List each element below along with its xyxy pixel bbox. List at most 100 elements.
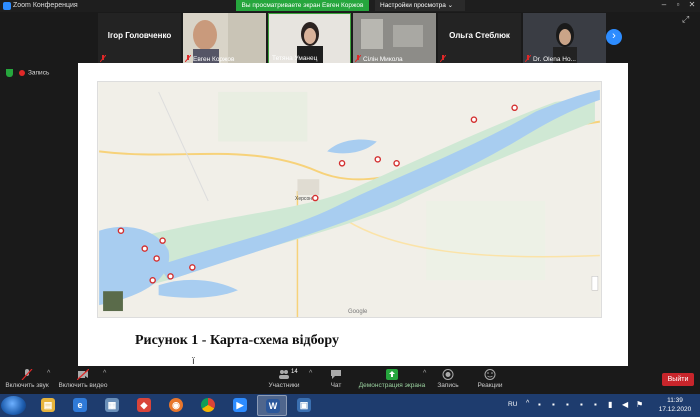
tray-app-icon[interactable]: ▪ [566, 400, 569, 409]
taskbar-firefox[interactable]: ◉ [161, 395, 191, 416]
firefox-icon: ◉ [169, 398, 183, 412]
taskbar-app[interactable]: ◆ [129, 395, 159, 416]
volume-icon[interactable]: ◀ [622, 400, 628, 409]
language-indicator[interactable]: RU [508, 401, 517, 408]
fullscreen-icon[interactable]: ⤢ [682, 14, 692, 24]
shared-document: Google Херсон Рисунок 1 - Карта-схема ві… [78, 63, 628, 366]
taskbar-chrome[interactable] [193, 395, 223, 416]
taskbar-app[interactable]: ▣ [289, 395, 319, 416]
close-button[interactable]: ✕ [685, 0, 699, 11]
taskbar-ie[interactable]: e [65, 395, 95, 416]
taskbar-clock[interactable]: 11:39 17.12.2020 [654, 396, 696, 414]
window-title: Zoom Конференция [13, 2, 78, 9]
participant-tile[interactable]: Ольга Стеблюк [438, 13, 521, 64]
mic-muted-icon [100, 55, 106, 62]
taskbar-zoom[interactable]: ▶ [225, 395, 255, 416]
sample-point-marker [393, 160, 400, 167]
map-scheme [97, 81, 602, 318]
sample-point-marker [511, 104, 518, 112]
view-options-menu[interactable]: Настройки просмотра ⌄ [375, 0, 465, 11]
video-options-caret-icon[interactable]: ^ [103, 370, 106, 377]
sample-point-marker [117, 227, 125, 235]
network-icon[interactable]: ▮ [608, 400, 612, 409]
reactions-button[interactable]: Реакции [474, 366, 506, 394]
sample-point-marker [470, 116, 478, 123]
tray-app-icon[interactable]: ▪ [538, 400, 541, 409]
map-city-label: Херсон [295, 196, 312, 202]
security-shield-icon [6, 69, 13, 77]
sample-point-marker [141, 245, 149, 252]
participants-caret-icon[interactable]: ^ [309, 370, 312, 377]
unmute-button[interactable]: Включить звук [4, 366, 50, 394]
word-icon: W [266, 399, 280, 413]
taskbar-app[interactable]: ▦ [97, 395, 127, 416]
figure-caption-continuation: ї [192, 356, 195, 366]
recording-indicator[interactable]: Запись [6, 69, 49, 79]
meeting-toolbar: Включить звук ^ Включить видео ^ Участни… [0, 366, 700, 394]
participant-name: Тетяна Уманец [272, 55, 318, 62]
record-label: Запись [437, 382, 459, 389]
recording-label: Запись [28, 69, 50, 77]
maximize-button[interactable]: ▫ [671, 0, 685, 11]
next-page-arrow-icon[interactable]: › [606, 29, 622, 45]
taskbar-word[interactable]: W [257, 395, 287, 416]
participant-name-large: Ольга Стеблюк [449, 31, 510, 40]
internet-explorer-icon: e [73, 398, 87, 412]
zoom-app-icon [3, 2, 11, 10]
start-button-icon[interactable] [1, 396, 26, 415]
clock-time: 11:39 [667, 397, 683, 404]
participants-icon [279, 370, 289, 379]
share-screen-label: Демонстрация экрана [358, 382, 426, 389]
sample-point-marker [374, 156, 382, 163]
tray-app-icon[interactable]: ▪ [594, 400, 597, 409]
start-video-button[interactable]: Включить видео [58, 366, 108, 394]
reactions-label: Реакции [477, 382, 503, 389]
audio-options-caret-icon[interactable]: ^ [47, 370, 50, 377]
chat-icon [331, 370, 341, 379]
sample-point-marker [189, 264, 196, 271]
sample-point-marker [149, 277, 156, 284]
map-watermark: Google [348, 309, 368, 315]
participant-name: Dr. Olena Ho... [533, 56, 576, 63]
sample-point-marker [167, 273, 174, 280]
record-button[interactable]: Запись [434, 366, 462, 394]
participant-name: Сілін Микола [363, 56, 403, 63]
minimize-button[interactable]: – [657, 0, 671, 11]
app-icon: ◆ [137, 398, 151, 412]
tray-app-icon[interactable]: ▪ [580, 400, 583, 409]
show-hidden-icons-icon[interactable]: ^ [526, 400, 529, 407]
app-icon: ▣ [297, 398, 311, 412]
view-options-label: Настройки просмотра [380, 2, 446, 9]
participants-count: 14 [291, 369, 298, 375]
participant-name: Евген Коржов [193, 56, 235, 63]
participants-button[interactable]: Участники [262, 366, 306, 394]
participant-tile[interactable]: Евген Коржов [183, 13, 266, 64]
sample-point-marker [159, 237, 166, 244]
folder-icon: ▤ [41, 398, 55, 412]
taskbar-explorer[interactable]: ▤ [33, 395, 63, 416]
zoom-icon: ▶ [233, 398, 247, 412]
tray-app-icon[interactable]: ▪ [552, 400, 555, 409]
chevron-down-icon: ⌄ [447, 2, 454, 9]
chat-button[interactable]: Чат [324, 366, 348, 394]
participant-name-large: Ігор Головченко [107, 31, 172, 40]
sample-point-marker [312, 194, 319, 202]
camera-off-icon [77, 369, 89, 380]
reactions-icon [484, 369, 496, 380]
share-options-caret-icon[interactable]: ^ [423, 370, 426, 377]
share-screen-button[interactable]: Демонстрация экрана [358, 366, 426, 394]
end-meeting-button[interactable]: Выйти [662, 373, 694, 386]
start-video-label: Включить видео [58, 382, 108, 389]
participant-tile[interactable]: Dr. Olena Ho... [523, 13, 606, 64]
participant-tile-speaking[interactable]: Тетяна Уманец [268, 13, 351, 64]
record-dot-icon [19, 70, 25, 76]
screen-share-banner: Вы просматриваете экран Евген Коржов [236, 0, 369, 11]
chat-label: Чат [330, 382, 342, 389]
share-screen-icon [386, 369, 398, 380]
flag-icon[interactable]: ⚑ [636, 400, 643, 409]
unmute-label: Включить звук [5, 382, 49, 389]
participant-tile[interactable]: Сілін Микола [353, 13, 436, 64]
chrome-icon [201, 398, 215, 412]
participant-tile[interactable]: Ігор Головченко [98, 13, 181, 64]
sample-point-marker [153, 255, 160, 262]
